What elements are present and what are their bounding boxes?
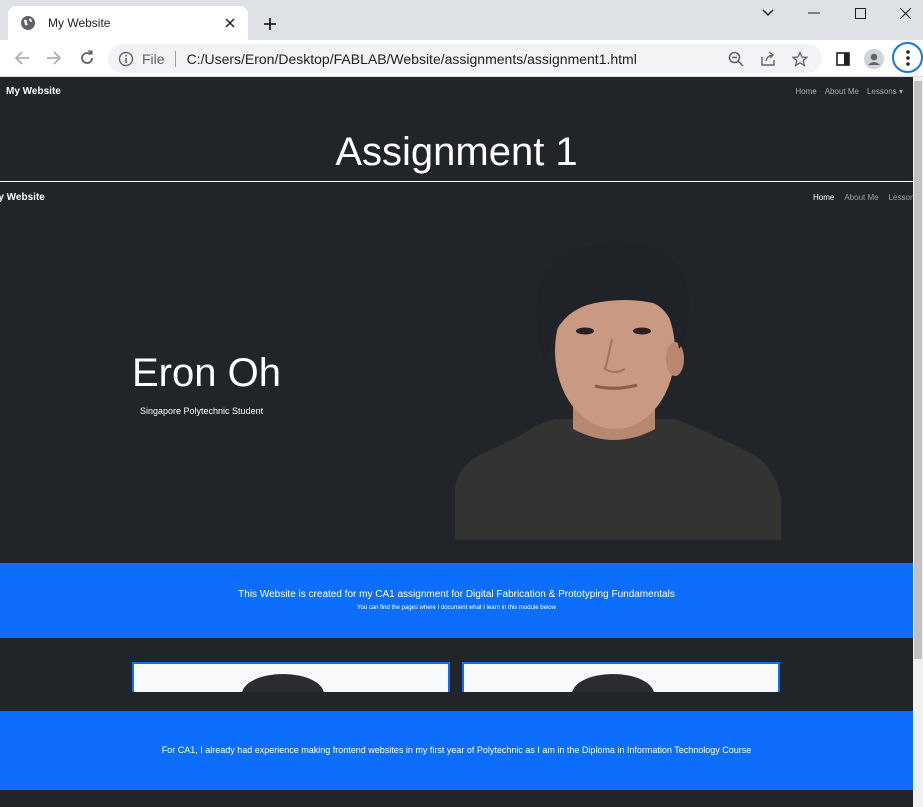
heading-divider (0, 181, 913, 182)
intro-banner-subtext: You can find the pages where I document … (357, 605, 556, 611)
side-panel-icon[interactable] (831, 47, 855, 71)
browser-tab[interactable]: My Website (8, 6, 248, 40)
tab-search-icon[interactable] (745, 0, 791, 26)
page-viewport: My Website Home About Me Lessons ▾ Assig… (0, 77, 913, 807)
hero-name: Eron Oh (132, 351, 281, 395)
tab-title: My Website (48, 16, 111, 30)
address-bar[interactable]: File C:/Users/Eron/Desktop/FABLAB/Websit… (108, 44, 822, 73)
more-vert-icon (905, 49, 910, 66)
lesson-card[interactable] (132, 662, 450, 692)
card-image (572, 674, 654, 692)
browser-toolbar: File C:/Users/Eron/Desktop/FABLAB/Websit… (0, 40, 923, 77)
nav-lessons[interactable]: Lessons ▾ (867, 87, 903, 96)
minimize-icon[interactable] (791, 0, 837, 26)
nav-about[interactable]: About Me (825, 87, 859, 96)
card-image (242, 674, 324, 692)
intro-banner-text: This Website is created for my CA1 assig… (238, 589, 675, 600)
hero-subtitle: Singapore Polytechnic Student (140, 406, 264, 416)
close-tab-icon[interactable] (222, 15, 238, 31)
browser-menu-button[interactable] (892, 42, 923, 73)
site-navbar: My Website Home About Me Lessons ▾ (0, 77, 913, 107)
maximize-icon[interactable] (837, 0, 883, 26)
new-tab-button[interactable] (258, 12, 282, 36)
share-icon[interactable] (758, 49, 778, 69)
tab-strip: My Website (0, 0, 923, 40)
lesson-card[interactable] (462, 662, 780, 692)
scrollbar-thumb[interactable] (914, 81, 922, 659)
site-nav-links: Home About Me Lessons ▾ (795, 87, 903, 96)
url-text[interactable]: C:/Users/Eron/Desktop/FABLAB/Website/ass… (187, 51, 726, 67)
intro-banner: This Website is created for my CA1 assig… (0, 563, 913, 638)
forward-arrow-icon[interactable] (42, 46, 66, 70)
embed-brand[interactable]: My Website (0, 192, 45, 203)
embed-nav-about[interactable]: About Me (844, 193, 878, 202)
profile-avatar-icon[interactable] (862, 47, 886, 71)
portrait-photo (455, 242, 781, 540)
back-arrow-icon[interactable] (10, 46, 34, 70)
star-icon[interactable] (790, 49, 810, 69)
embed-nav-links: Home About Me Lessons (813, 193, 913, 202)
reload-icon[interactable] (75, 46, 99, 70)
ca1-section-text: For CA1, I already had experience making… (161, 745, 752, 755)
embed-nav-home[interactable]: Home (813, 193, 834, 202)
embedded-site-preview: My Website Home About Me Lessons Eron Oh… (0, 183, 913, 807)
ca1-section: For CA1, I already had experience making… (0, 711, 913, 790)
info-icon[interactable] (118, 51, 134, 67)
file-scheme-label: File (142, 50, 176, 67)
page-title: Assignment 1 (335, 130, 578, 174)
embed-nav-lessons[interactable]: Lessons (889, 193, 913, 202)
nav-home[interactable]: Home (795, 87, 816, 96)
globe-icon (20, 15, 36, 31)
site-brand[interactable]: My Website (6, 86, 61, 97)
close-window-icon[interactable] (882, 0, 923, 26)
zoom-icon[interactable] (726, 49, 746, 69)
caret-down-icon: ▾ (898, 87, 903, 96)
